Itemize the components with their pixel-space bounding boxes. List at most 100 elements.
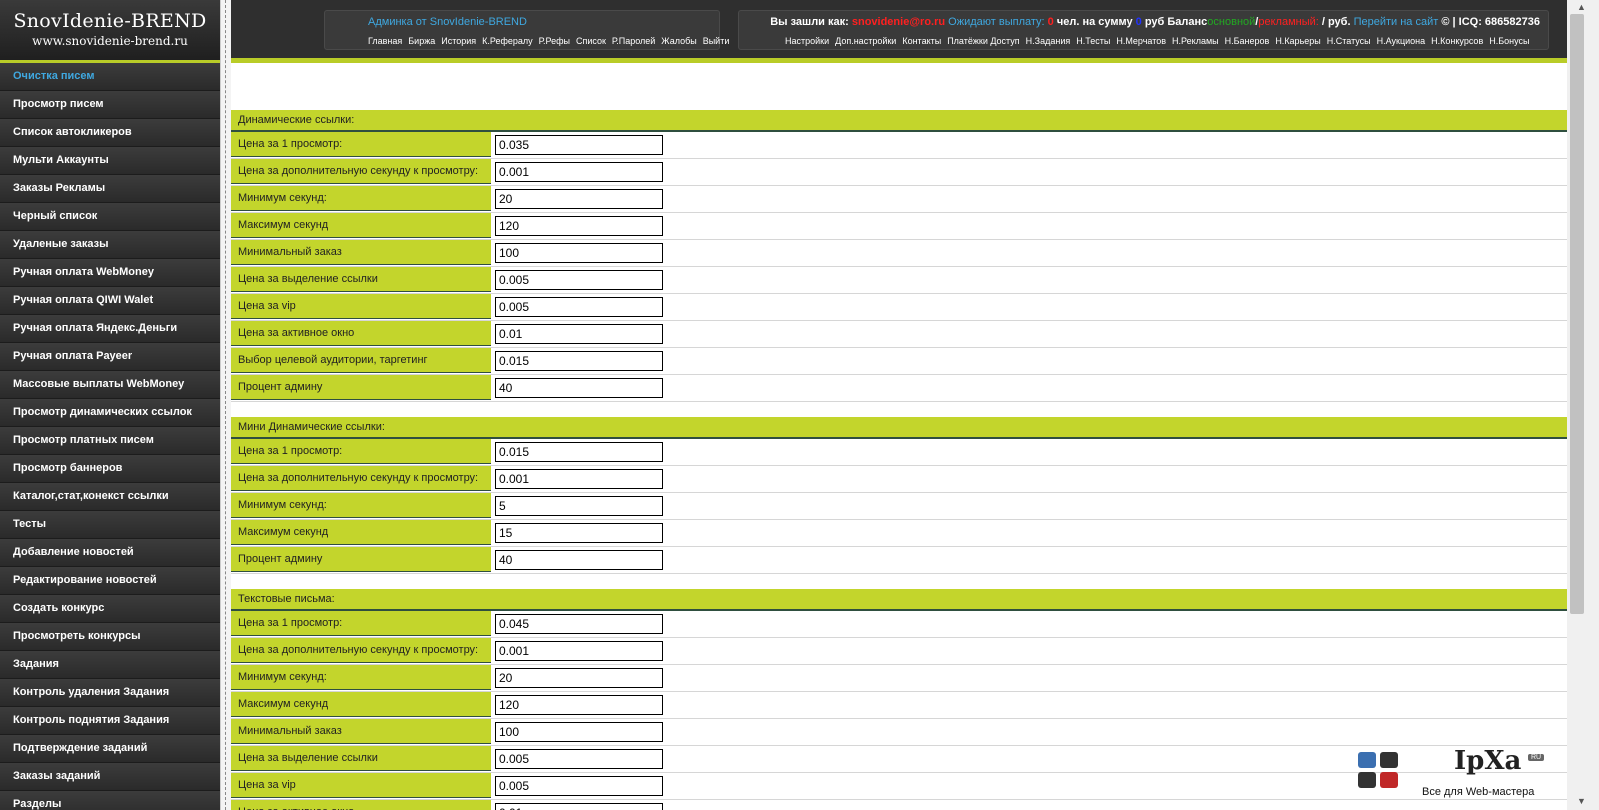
sidebar-item[interactable]: Ручная оплата Payeer <box>0 343 220 371</box>
setting-input[interactable] <box>495 270 663 290</box>
sidebar-item[interactable]: Просмотр баннеров <box>0 455 220 483</box>
top-nav-link[interactable]: К.Рефералу <box>482 36 533 46</box>
setting-label: Цена за активное окно <box>231 800 491 810</box>
sidebar-item[interactable]: Просмотреть конкурсы <box>0 623 220 651</box>
setting-label: Максимум секунд <box>231 213 491 238</box>
settings-nav-link[interactable]: Н.Тесты <box>1076 36 1110 46</box>
sidebar-item[interactable]: Контроль удаления Задания <box>0 679 220 707</box>
settings-nav-link[interactable]: Н.Карьеры <box>1275 36 1320 46</box>
settings-nav-link[interactable]: Н.Банеров <box>1225 36 1270 46</box>
settings-nav-link[interactable]: Настройки <box>785 36 829 46</box>
up-arrow-icon[interactable]: ▲ <box>1577 2 1586 12</box>
settings-nav-link[interactable]: Н.Конкурсов <box>1431 36 1483 46</box>
setting-input[interactable] <box>495 641 663 661</box>
site-logo[interactable]: SnovIdenie-BREND www.snovidenie-brend.ru <box>0 0 220 63</box>
setting-input[interactable] <box>495 378 663 398</box>
setting-row: Выбор целевой аудитории, таргетинг <box>231 348 1567 375</box>
sidebar-item[interactable]: Ручная оплата Яндекс.Деньги <box>0 315 220 343</box>
setting-input[interactable] <box>495 324 663 344</box>
settings-nav-link[interactable]: Контакты <box>902 36 941 46</box>
setting-input[interactable] <box>495 749 663 769</box>
awaiting-sum: 0 <box>1135 16 1142 28</box>
top-nav-link[interactable]: История <box>441 36 476 46</box>
setting-row: Цена за активное окно <box>231 321 1567 348</box>
setting-input[interactable] <box>495 614 663 634</box>
sidebar-item[interactable]: Задания <box>0 651 220 679</box>
setting-input[interactable] <box>495 162 663 182</box>
setting-label: Минимум секунд: <box>231 493 491 518</box>
goto-site-link[interactable]: Перейти на сайт <box>1354 16 1439 28</box>
sidebar-item[interactable]: Просмотр писем <box>0 91 220 119</box>
sidebar-item[interactable]: Массовые выплаты WebMoney <box>0 371 220 399</box>
admin-title[interactable]: Админка от SnovIdenie-BREND <box>368 16 527 28</box>
sidebar-item[interactable]: Создать конкурс <box>0 595 220 623</box>
sidebar-item[interactable]: Разделы <box>0 791 220 810</box>
logo-square-icon <box>1380 752 1398 768</box>
setting-input[interactable] <box>495 135 663 155</box>
setting-input[interactable] <box>495 523 663 543</box>
user-email[interactable]: snovidenie@ro.ru <box>852 16 945 28</box>
setting-input[interactable] <box>495 803 663 810</box>
setting-label: Цена за 1 просмотр: <box>231 611 491 636</box>
sidebar-divider[interactable] <box>220 0 231 810</box>
setting-label: Выбор целевой аудитории, таргетинг <box>231 348 491 373</box>
top-nav-link[interactable]: Р.Рефы <box>539 36 570 46</box>
top-nav-link[interactable]: Жалобы <box>661 36 696 46</box>
setting-input[interactable] <box>495 668 663 688</box>
settings-nav-link[interactable]: Платёжки Доступ <box>947 36 1019 46</box>
setting-row: Минимальный заказ <box>231 719 1567 746</box>
down-arrow-icon[interactable]: ▼ <box>1577 796 1586 806</box>
setting-input[interactable] <box>495 550 663 570</box>
sidebar-item[interactable]: Удаленые заказы <box>0 231 220 259</box>
setting-input[interactable] <box>495 189 663 209</box>
sidebar-item[interactable]: Просмотр динамических ссылок <box>0 399 220 427</box>
setting-input[interactable] <box>495 776 663 796</box>
settings-nav-link[interactable]: Доп.настройки <box>835 36 896 46</box>
setting-label: Цена за дополнительную секунду к просмот… <box>231 159 491 184</box>
user-status: Вы зашли как: snovidenie@ro.ru Ожидают в… <box>770 16 1540 28</box>
sidebar-item[interactable]: Мульти Аккаунты <box>0 147 220 175</box>
settings-nav-link[interactable]: Н.Рекламы <box>1172 36 1219 46</box>
setting-input[interactable] <box>495 469 663 489</box>
setting-input[interactable] <box>495 351 663 371</box>
sidebar-item[interactable]: Заказы Рекламы <box>0 175 220 203</box>
sidebar-item[interactable]: Очистка писем <box>0 63 220 91</box>
sidebar-item[interactable]: Тесты <box>0 511 220 539</box>
settings-nav-link[interactable]: Н.Статусы <box>1327 36 1371 46</box>
sidebar-item[interactable]: Контроль поднятия Задания <box>0 707 220 735</box>
top-nav-link[interactable]: Список <box>576 36 606 46</box>
setting-row: Максимум секунд <box>231 520 1567 547</box>
settings-nav-link[interactable]: Н.Задания <box>1026 36 1071 46</box>
scroll-thumb[interactable] <box>1570 14 1584 614</box>
sidebar-item[interactable]: Добавление новостей <box>0 539 220 567</box>
setting-row: Максимум секунд <box>231 692 1567 719</box>
page-scrollbar[interactable]: ▲ ▼ <box>1567 0 1599 810</box>
settings-nav-link[interactable]: Н.Аукциона <box>1377 36 1426 46</box>
ipxa-badge[interactable]: IpXa RU Все для Web-мастера <box>1358 746 1558 802</box>
sidebar-item[interactable]: Список автокликеров <box>0 119 220 147</box>
top-nav-link[interactable]: Р.Паролей <box>612 36 655 46</box>
setting-label: Минимальный заказ <box>231 240 491 265</box>
sidebar-item[interactable]: Редактирование новостей <box>0 567 220 595</box>
top-nav-link[interactable]: Биржа <box>408 36 435 46</box>
sidebar-item[interactable]: Заказы заданий <box>0 763 220 791</box>
setting-input[interactable] <box>495 695 663 715</box>
setting-input[interactable] <box>495 442 663 462</box>
sidebar-item[interactable]: Каталог,стат,конекст ссылки <box>0 483 220 511</box>
setting-row: Процент админу <box>231 375 1567 402</box>
setting-input[interactable] <box>495 722 663 742</box>
logo-square-icon <box>1358 772 1376 788</box>
sidebar-item[interactable]: Подтверждение заданий <box>0 735 220 763</box>
sidebar-item[interactable]: Ручная оплата WebMoney <box>0 259 220 287</box>
settings-nav-link[interactable]: Н.Бонусы <box>1489 36 1529 46</box>
setting-input[interactable] <box>495 496 663 516</box>
settings-nav-link[interactable]: Н.Мерчатов <box>1116 36 1166 46</box>
top-nav-link[interactable]: Выйти <box>703 36 730 46</box>
setting-input[interactable] <box>495 297 663 317</box>
sidebar-item[interactable]: Черный список <box>0 203 220 231</box>
top-nav-link[interactable]: Главная <box>368 36 402 46</box>
setting-input[interactable] <box>495 243 663 263</box>
sidebar-item[interactable]: Ручная оплата QIWI Walet <box>0 287 220 315</box>
sidebar-item[interactable]: Просмотр платных писем <box>0 427 220 455</box>
setting-input[interactable] <box>495 216 663 236</box>
